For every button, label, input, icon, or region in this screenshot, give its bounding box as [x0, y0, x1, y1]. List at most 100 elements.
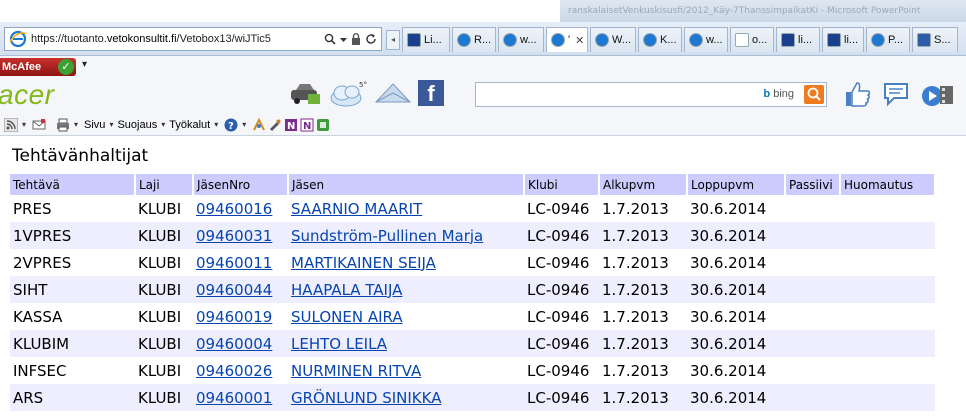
address-tab-strip: https://tuotanto.vetokonsultit.fi/Vetobo… — [0, 22, 966, 56]
evernote-icon[interactable] — [316, 118, 330, 132]
tab-label: w... — [520, 34, 537, 46]
read-mail-icon[interactable] — [32, 118, 46, 132]
menu-dropdown-icon[interactable]: ▾ — [214, 120, 218, 129]
cell-alku: 1.7.2013 — [599, 222, 687, 249]
search-icon[interactable] — [324, 33, 336, 45]
member-name-link[interactable]: SULONEN AIRA — [291, 308, 403, 326]
weather-cloud-icon[interactable]: 5° — [328, 80, 368, 108]
onenote-send-icon[interactable]: N — [300, 118, 314, 132]
member-name-link[interactable]: Sundström-Pullinen Marja — [291, 227, 483, 245]
cell-klubi: LC-0946 — [524, 384, 599, 411]
cell-alku: 1.7.2013 — [599, 384, 687, 411]
member-number-link[interactable]: 09460044 — [196, 281, 272, 299]
tab-4[interactable]: ' ✕ — [546, 27, 588, 52]
member-number-link[interactable]: 09460001 — [196, 389, 272, 407]
video-play-icon[interactable] — [920, 80, 954, 110]
member-name-link[interactable]: MARTIKAINEN SEIJA — [291, 254, 436, 272]
print-icon[interactable] — [56, 118, 70, 132]
print-dropdown-icon[interactable]: ▾ — [74, 120, 78, 129]
menu-dropdown-icon[interactable]: ▾ — [161, 120, 165, 129]
menu-sivu[interactable]: Sivu — [84, 119, 105, 131]
cell-tehtava: SIHT — [10, 276, 135, 303]
research-icon[interactable] — [252, 117, 266, 132]
member-name-link[interactable]: GRÖNLUND SINIKKA — [291, 389, 441, 407]
tab-8[interactable]: o... — [730, 27, 774, 52]
tab-label: P... — [888, 34, 904, 46]
tab-5[interactable]: W... — [590, 27, 636, 52]
officers-table: Tehtävä Laji JäsenNro Jäsen Klubi Alkupvm Lopp… — [10, 174, 936, 411]
bing-search-button[interactable] — [804, 85, 824, 104]
help-icon[interactable]: ? — [224, 118, 238, 132]
member-name-link[interactable]: NURMINEN RITVA — [291, 362, 421, 380]
cell-passiivi — [785, 195, 840, 222]
menu-dropdown-icon[interactable]: ▾ — [109, 120, 113, 129]
page-title: Tehtävänhaltijat — [12, 146, 149, 166]
tab-10[interactable]: li... — [822, 27, 864, 52]
member-number-link[interactable]: 09460016 — [196, 200, 272, 218]
tab-label: R... — [474, 34, 492, 46]
rss-dropdown-icon[interactable]: ▾ — [22, 120, 26, 129]
member-number-link[interactable]: 09460026 — [196, 362, 272, 380]
tab-label: w... — [706, 34, 723, 46]
mail-envelope-icon[interactable] — [374, 80, 412, 108]
car-icon[interactable] — [288, 80, 322, 108]
member-name-link[interactable]: SAARNIO MAARIT — [291, 200, 422, 218]
cell-huom — [840, 249, 935, 276]
tab-12[interactable]: S... — [912, 27, 958, 52]
bing-search-input[interactable]: b bing — [475, 82, 827, 107]
table-header-row: Tehtävä Laji JäsenNro Jäsen Klubi Alkupvm Lopp… — [10, 174, 936, 195]
menu-työkalut[interactable]: Työkalut — [169, 119, 210, 131]
rss-feed-icon[interactable] — [4, 117, 18, 132]
tab-2[interactable]: R... — [452, 27, 496, 52]
address-bar[interactable]: https://tuotanto.vetokonsultit.fi/Vetobo… — [4, 27, 382, 51]
column-header: JäsenNro — [193, 174, 289, 195]
column-header: Loppupvm — [687, 174, 786, 195]
column-header: Alkupvm — [599, 174, 688, 195]
chat-bubble-icon[interactable] — [882, 80, 910, 108]
mcafee-dropdown-button[interactable]: ▾ — [82, 59, 87, 70]
tab-9[interactable]: li... — [776, 27, 820, 52]
address-url[interactable]: https://tuotanto.vetokonsultit.fi/Vetobo… — [31, 33, 324, 45]
refresh-icon[interactable] — [365, 33, 377, 45]
tools-paint-icon[interactable] — [268, 118, 282, 132]
tab-7[interactable]: w... — [684, 27, 728, 52]
window-title: ranskalaisetVenkuskisusfi/2012_Käy-7Than… — [560, 0, 966, 22]
onenote-icon[interactable]: N — [284, 118, 298, 132]
cell-loppu: 30.6.2014 — [687, 276, 785, 303]
cell-loppu: 30.6.2014 — [690, 253, 767, 272]
cell-nro: 09460031 — [193, 222, 288, 249]
tab-6[interactable]: K... — [638, 27, 682, 52]
page-content: Tehtävänhaltijat Tehtävä Laji JäsenNro Jäse… — [0, 137, 966, 416]
cell-nro: 09460001 — [193, 384, 288, 411]
lock-icon[interactable] — [351, 33, 361, 45]
tab-label: li... — [844, 34, 859, 46]
member-number-link[interactable]: 09460031 — [196, 227, 272, 245]
member-number-link[interactable]: 09460004 — [196, 335, 272, 353]
tab-label: Li... — [424, 34, 442, 46]
cell-klubi: LC-0946 — [524, 222, 599, 249]
tab-3[interactable]: w... — [498, 27, 544, 52]
member-number-link[interactable]: 09460011 — [196, 254, 272, 272]
menu-suojaus[interactable]: Suojaus — [117, 119, 157, 131]
tab-close-icon[interactable]: ✕ — [575, 34, 584, 47]
tab-scroll-left-button[interactable]: ◂ — [386, 30, 400, 50]
member-number-link[interactable]: 09460019 — [196, 308, 272, 326]
member-name-link[interactable]: LEHTO LEILA — [291, 335, 387, 353]
tab-1[interactable]: Li... — [402, 27, 450, 52]
facebook-icon[interactable]: f — [418, 80, 444, 106]
cell-alku: 1.7.2013 — [599, 330, 687, 357]
cell-huom — [840, 384, 935, 411]
help-dropdown-icon[interactable]: ▾ — [242, 120, 246, 129]
cell-laji: KLUBI — [138, 307, 182, 326]
bing-label: b bing — [763, 88, 794, 100]
lions-icon — [781, 33, 795, 47]
dropdown-arrow-icon[interactable] — [340, 36, 347, 43]
search-icon — [807, 87, 821, 101]
tab-11[interactable]: P... — [866, 27, 910, 52]
lions-icon — [827, 33, 841, 47]
url-path: /Vetobox13/wiJTic5 — [176, 33, 271, 45]
cell-nro: 09460044 — [193, 276, 288, 303]
url-domain: vetokonsultit.fi — [106, 33, 177, 45]
member-name-link[interactable]: HAAPALA TAIJA — [291, 281, 402, 299]
thumbs-up-icon[interactable] — [842, 80, 872, 108]
